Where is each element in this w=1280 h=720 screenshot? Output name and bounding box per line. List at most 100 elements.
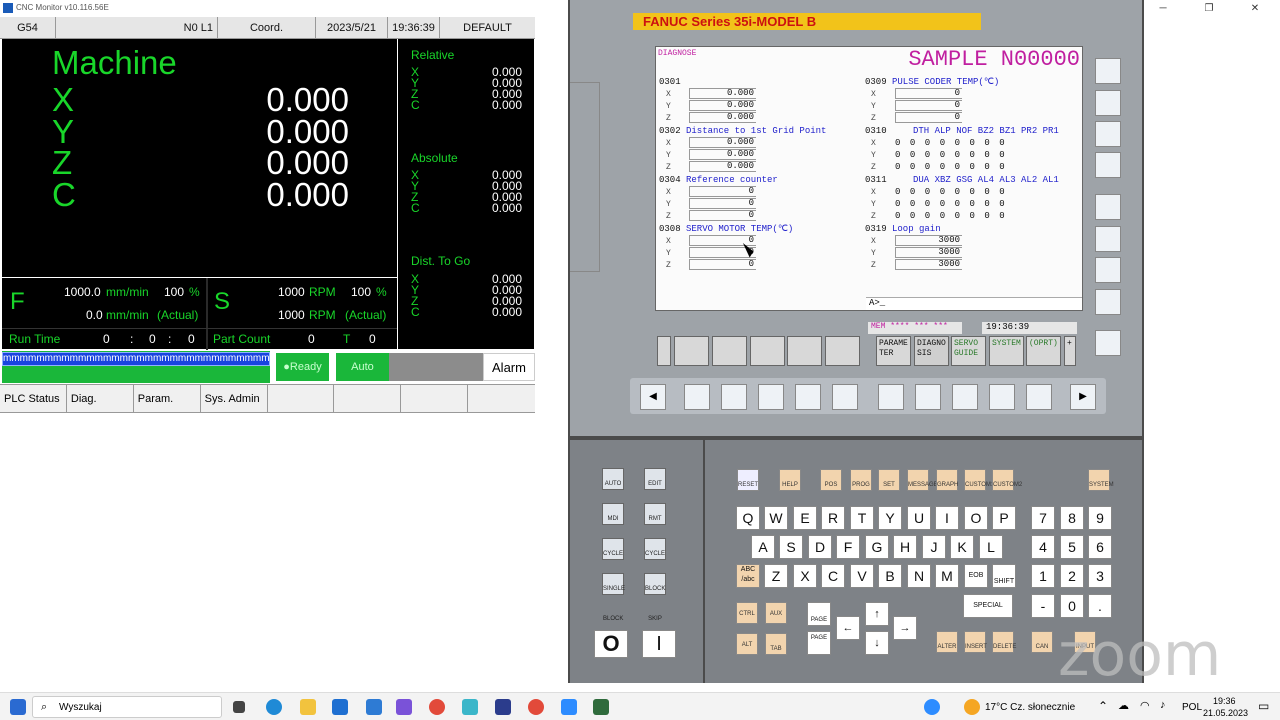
softkey-parameter[interactable]: PARAME TER — [876, 336, 911, 366]
key-d[interactable]: D — [808, 535, 832, 559]
hw-softkey-7[interactable] — [915, 384, 941, 410]
set-key[interactable]: SET — [878, 469, 900, 491]
key-2[interactable]: 2 — [1060, 564, 1084, 588]
key-5[interactable]: 5 — [1060, 535, 1084, 559]
custom1-key[interactable]: CUSTOM1 — [964, 469, 994, 491]
hw-softkey-3[interactable] — [758, 384, 784, 410]
key-8[interactable]: 8 — [1060, 506, 1084, 530]
side-button-8[interactable] — [1095, 289, 1121, 315]
chrome-icon[interactable] — [429, 699, 445, 715]
mode-key-block-skip[interactable]: BLOCK SKIP — [644, 573, 666, 622]
side-button-4[interactable] — [1095, 152, 1121, 178]
hw-softkey-10[interactable] — [1026, 384, 1052, 410]
windows-start-icon[interactable] — [10, 699, 26, 715]
key-u[interactable]: U — [907, 506, 931, 530]
taskbar-search[interactable]: ⌕ Wyszukaj — [32, 696, 222, 718]
alter-key[interactable]: ALTER — [936, 631, 958, 653]
mode-key-cycle-stop[interactable]: CYCLE STOP — [644, 538, 666, 587]
key-w[interactable]: W — [764, 506, 788, 530]
weather-text[interactable]: 17°C Cz. słonecznie — [985, 702, 1075, 713]
coord-button[interactable]: Coord. — [218, 17, 316, 38]
pos-key[interactable]: POS — [820, 469, 842, 491]
key-1[interactable]: 1 — [1031, 564, 1055, 588]
key-b[interactable]: B — [878, 564, 902, 588]
special-key[interactable]: SPECIAL — [963, 594, 1013, 618]
key-aux[interactable]: AUX — [765, 602, 787, 624]
tray-time[interactable]: 19:36 — [1213, 696, 1236, 706]
minimize-icon[interactable]: ─ — [1140, 0, 1186, 17]
app-icon[interactable] — [396, 699, 412, 715]
cursor-left-icon[interactable]: ← — [836, 616, 860, 640]
side-button-1[interactable] — [1095, 58, 1121, 84]
key-dot[interactable]: . — [1088, 594, 1112, 618]
reset-key[interactable]: RESET — [737, 469, 759, 491]
hw-softkey-6[interactable] — [878, 384, 904, 410]
key-h[interactable]: H — [893, 535, 917, 559]
volume-icon[interactable]: ♪ — [1160, 699, 1166, 711]
softkey-blank-1[interactable] — [674, 336, 709, 366]
mode-key-rmt[interactable]: RMT — [644, 503, 666, 525]
tab-diag[interactable]: Diag. — [67, 385, 134, 412]
system-key[interactable]: SYSTEM — [1088, 469, 1114, 491]
window-titlebar[interactable]: CNC Monitor v10.116.56E — [0, 0, 568, 17]
key-l[interactable]: L — [979, 535, 1003, 559]
page-down-key[interactable]: PAGE — [807, 631, 831, 655]
key-y[interactable]: Y — [878, 506, 902, 530]
message-key[interactable]: MESSAGE — [907, 469, 938, 491]
key-9[interactable]: 9 — [1088, 506, 1112, 530]
mode-key-single-block[interactable]: SINGLE BLOCK — [602, 573, 625, 622]
key-e[interactable]: E — [793, 506, 817, 530]
maximize-icon[interactable]: ❐ — [1186, 0, 1232, 17]
key-i[interactable]: I — [935, 506, 959, 530]
hw-softkey-1[interactable] — [684, 384, 710, 410]
hw-softkey-2[interactable] — [721, 384, 747, 410]
key-x[interactable]: X — [793, 564, 817, 588]
hw-softkey-9[interactable] — [989, 384, 1015, 410]
key-z[interactable]: Z — [764, 564, 788, 588]
key-s[interactable]: S — [779, 535, 803, 559]
key-4[interactable]: 4 — [1031, 535, 1055, 559]
key-0[interactable]: 0 — [1060, 594, 1084, 618]
notes-icon[interactable] — [462, 699, 478, 715]
network-icon[interactable]: ☁ — [1118, 699, 1129, 712]
key-g[interactable]: G — [865, 535, 889, 559]
tab-plc-status[interactable]: PLC Status — [0, 385, 67, 412]
command-input[interactable]: A>_ — [866, 297, 1082, 310]
zoom-app-icon[interactable] — [561, 699, 577, 715]
power-off-button[interactable]: O — [594, 630, 628, 658]
cad-icon[interactable] — [495, 699, 511, 715]
softkey-blank-2[interactable] — [712, 336, 747, 366]
key-7[interactable]: 7 — [1031, 506, 1055, 530]
help-key[interactable]: HELP — [779, 469, 801, 491]
key-m[interactable]: M — [935, 564, 959, 588]
softkey-blank-3[interactable] — [750, 336, 785, 366]
wifi-icon[interactable]: ◠ — [1140, 699, 1150, 712]
store-icon[interactable] — [366, 699, 382, 715]
help-tray-icon[interactable] — [924, 699, 940, 715]
tray-date[interactable]: 21.05.2023 — [1203, 708, 1248, 718]
notifications-icon[interactable]: ▭ — [1258, 699, 1269, 713]
key-p[interactable]: P — [992, 506, 1016, 530]
mode-key-mdi[interactable]: MDI — [602, 503, 624, 525]
hw-softkey-5[interactable] — [832, 384, 858, 410]
side-button-6[interactable] — [1095, 226, 1121, 252]
key-shift[interactable]: SHIFT — [992, 564, 1016, 588]
softkey-next-arrow-icon[interactable]: ▶ — [1070, 384, 1096, 410]
softkey-diagnosis[interactable]: DIAGNO SIS — [914, 336, 949, 366]
mode-key-edit[interactable]: EDIT — [644, 468, 666, 490]
language-indicator[interactable]: POL — [1182, 702, 1202, 713]
mode-key-auto[interactable]: AUTO — [602, 468, 624, 490]
key-3[interactable]: 3 — [1088, 564, 1112, 588]
softkey-blank-5[interactable] — [825, 336, 860, 366]
key-t[interactable]: T — [850, 506, 874, 530]
side-button-3[interactable] — [1095, 121, 1121, 147]
key-tab[interactable]: TAB — [765, 633, 787, 655]
chrome-2-icon[interactable] — [528, 699, 544, 715]
key-abc[interactable]: ABC /abc — [736, 564, 760, 588]
softkey-system[interactable]: SYSTEM — [989, 336, 1024, 366]
key-ctrl[interactable]: CTRL — [736, 602, 758, 624]
mode-key-cycle-start[interactable]: CYCLE START — [602, 538, 624, 587]
delete-key[interactable]: DELETE — [992, 631, 1016, 653]
tab-param[interactable]: Param. — [134, 385, 201, 412]
custom2-key[interactable]: CUSTOM2 — [992, 469, 1022, 491]
